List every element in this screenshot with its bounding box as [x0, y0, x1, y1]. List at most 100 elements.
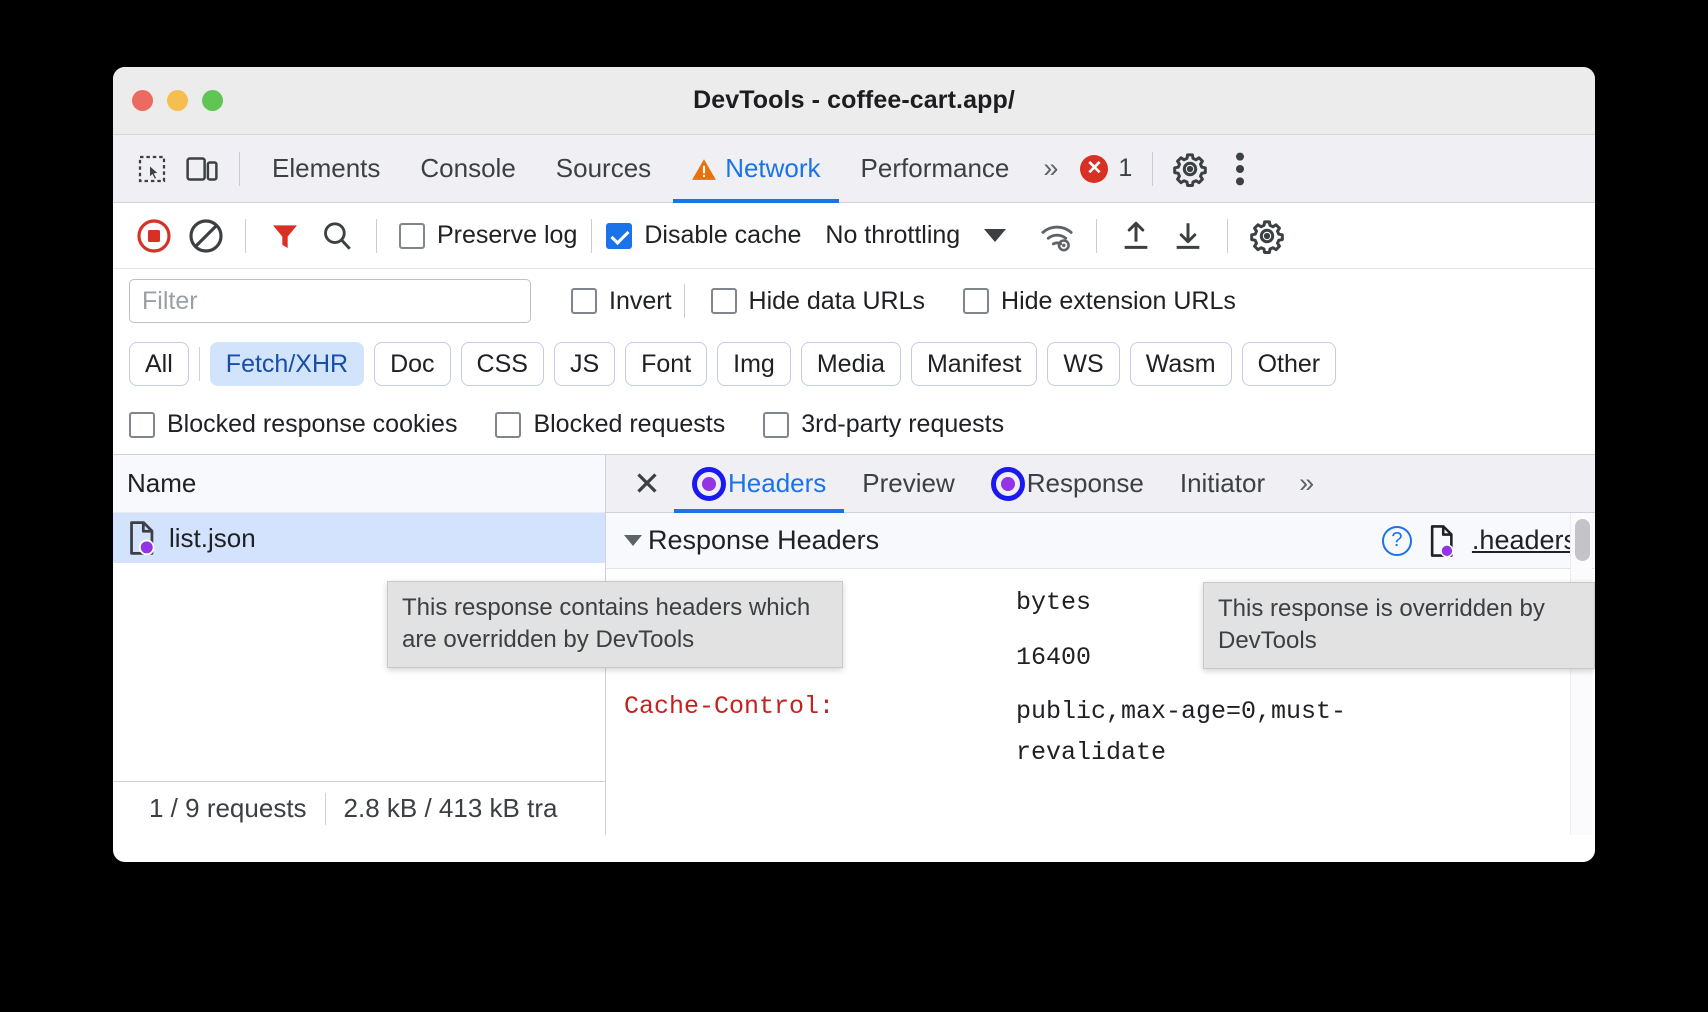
devtools-tab-strip: Elements Console Sources Network Perform… — [113, 135, 1595, 203]
error-count-label: 1 — [1118, 154, 1132, 183]
tab-console[interactable]: Console — [400, 135, 535, 203]
clear-icon[interactable] — [181, 213, 231, 259]
preserve-log-checkbox[interactable]: Preserve log — [399, 221, 577, 250]
tab-label: Initiator — [1180, 468, 1265, 499]
header-value[interactable]: 16400 — [1016, 638, 1091, 679]
column-header-name: Name — [127, 468, 196, 499]
throttling-select[interactable]: No throttling — [825, 221, 960, 250]
type-filter-img[interactable]: Img — [717, 342, 791, 386]
json-file-overridden-icon — [127, 521, 157, 555]
section-title: Response Headers — [648, 525, 879, 556]
close-window-button[interactable] — [132, 90, 153, 111]
type-filter-fetch-xhr[interactable]: Fetch/XHR — [210, 342, 364, 386]
tab-preview[interactable]: Preview — [844, 455, 972, 513]
blocked-requests-checkbox[interactable]: Blocked requests — [495, 410, 725, 439]
invert-label: Invert — [609, 287, 672, 316]
request-name: list.json — [169, 523, 256, 554]
request-list-column-header[interactable]: Name — [113, 455, 605, 513]
filter-input[interactable] — [129, 279, 531, 323]
checkbox-box — [963, 288, 989, 314]
detail-scrollbar[interactable] — [1570, 513, 1592, 835]
type-filter-ws[interactable]: WS — [1047, 342, 1119, 386]
headers-file-overridden-icon — [1428, 525, 1456, 557]
disable-cache-label: Disable cache — [644, 221, 801, 250]
response-headers-section-header[interactable]: Response Headers ? .headers — [606, 513, 1595, 569]
more-tabs-chevron-icon[interactable]: » — [1029, 153, 1072, 184]
devtools-window: DevTools - coffee-cart.app/ Elements Con… — [113, 67, 1595, 862]
header-row[interactable]: Cache-Control: public,max-age=0,must-rev… — [624, 692, 1595, 773]
header-value[interactable]: bytes — [1016, 583, 1091, 624]
toolbar-divider — [239, 152, 240, 186]
export-har-icon[interactable] — [1163, 213, 1213, 259]
headers-file-link[interactable]: .headers — [1472, 525, 1577, 556]
checkbox-box — [571, 288, 597, 314]
response-override-tooltip: This response is overridden by DevTools — [1203, 582, 1595, 669]
tab-label: Response — [1027, 468, 1144, 499]
tab-network[interactable]: Network — [671, 135, 840, 203]
type-filter-wasm[interactable]: Wasm — [1130, 342, 1232, 386]
checkbox-box — [399, 223, 425, 249]
zoom-window-button[interactable] — [202, 90, 223, 111]
tab-initiator[interactable]: Initiator — [1162, 455, 1283, 513]
checkbox-box — [606, 223, 632, 249]
more-detail-tabs-chevron-icon[interactable]: » — [1283, 468, 1330, 499]
blocked-filters-row: Blocked response cookies Blocked request… — [113, 395, 1595, 455]
window-titlebar: DevTools - coffee-cart.app/ — [113, 67, 1595, 135]
toolbar-divider — [591, 219, 592, 253]
type-filter-font[interactable]: Font — [625, 342, 707, 386]
import-har-icon[interactable] — [1111, 213, 1161, 259]
network-toolbar: Preserve log Disable cache No throttling — [113, 203, 1595, 269]
tab-sources[interactable]: Sources — [536, 135, 671, 203]
type-filter-all[interactable]: All — [129, 342, 189, 386]
inspect-element-icon[interactable] — [127, 146, 177, 192]
toolbar-divider — [1096, 219, 1097, 253]
hide-extension-urls-checkbox[interactable]: Hide extension URLs — [963, 287, 1236, 316]
gear-icon[interactable] — [1165, 146, 1215, 192]
type-filter-css[interactable]: CSS — [461, 342, 544, 386]
filter-funnel-icon[interactable] — [260, 213, 310, 259]
tab-elements[interactable]: Elements — [252, 135, 400, 203]
tab-label: Network — [725, 153, 820, 184]
chevron-down-icon[interactable] — [984, 229, 1006, 242]
tab-headers[interactable]: Headers — [674, 455, 844, 513]
transfer-size-label: 2.8 kB / 413 kB tra — [326, 793, 576, 824]
kebab-menu-icon[interactable] — [1215, 146, 1265, 192]
checkbox-box — [129, 412, 155, 438]
blocked-response-cookies-checkbox[interactable]: Blocked response cookies — [129, 410, 457, 439]
window-traffic-lights — [132, 90, 223, 111]
network-status-bar: 1 / 9 requests 2.8 kB / 413 kB tra — [113, 781, 605, 835]
record-stop-icon[interactable] — [129, 213, 179, 259]
hide-data-urls-checkbox[interactable]: Hide data URLs — [711, 287, 925, 316]
type-filter-js[interactable]: JS — [554, 342, 615, 386]
device-toolbar-icon[interactable] — [177, 146, 227, 192]
tab-label: Performance — [861, 153, 1010, 184]
network-conditions-icon[interactable] — [1032, 213, 1082, 259]
header-value[interactable]: public,max-age=0,must-revalidate — [1016, 692, 1376, 773]
gear-icon[interactable] — [1242, 213, 1292, 259]
type-filter-manifest[interactable]: Manifest — [911, 342, 1037, 386]
disable-cache-checkbox[interactable]: Disable cache — [606, 221, 801, 250]
toolbar-divider — [376, 219, 377, 253]
error-count-badge[interactable]: ✕ 1 — [1072, 154, 1140, 183]
third-party-requests-checkbox[interactable]: 3rd-party requests — [763, 410, 1004, 439]
error-x-icon: ✕ — [1080, 155, 1108, 183]
type-filter-media[interactable]: Media — [801, 342, 901, 386]
type-filter-doc[interactable]: Doc — [374, 342, 450, 386]
scrollbar-thumb[interactable] — [1575, 519, 1590, 561]
tab-label: Console — [420, 153, 515, 184]
chip-divider — [199, 347, 200, 381]
tab-label: Elements — [272, 153, 380, 184]
tab-label: Headers — [728, 468, 826, 499]
minimize-window-button[interactable] — [167, 90, 188, 111]
tab-response[interactable]: Response — [973, 455, 1162, 513]
table-row[interactable]: list.json — [113, 513, 605, 563]
headers-override-tooltip: This response contains headers which are… — [387, 581, 843, 668]
invert-checkbox[interactable]: Invert — [571, 287, 672, 316]
type-filter-other[interactable]: Other — [1242, 342, 1337, 386]
detail-tab-strip: ✕ Headers Preview Response Initiator » — [606, 455, 1595, 513]
help-question-icon[interactable]: ? — [1382, 526, 1412, 556]
search-icon[interactable] — [312, 213, 362, 259]
close-icon[interactable]: ✕ — [620, 457, 674, 511]
tab-performance[interactable]: Performance — [841, 135, 1030, 203]
chevron-down-icon[interactable] — [624, 535, 642, 546]
